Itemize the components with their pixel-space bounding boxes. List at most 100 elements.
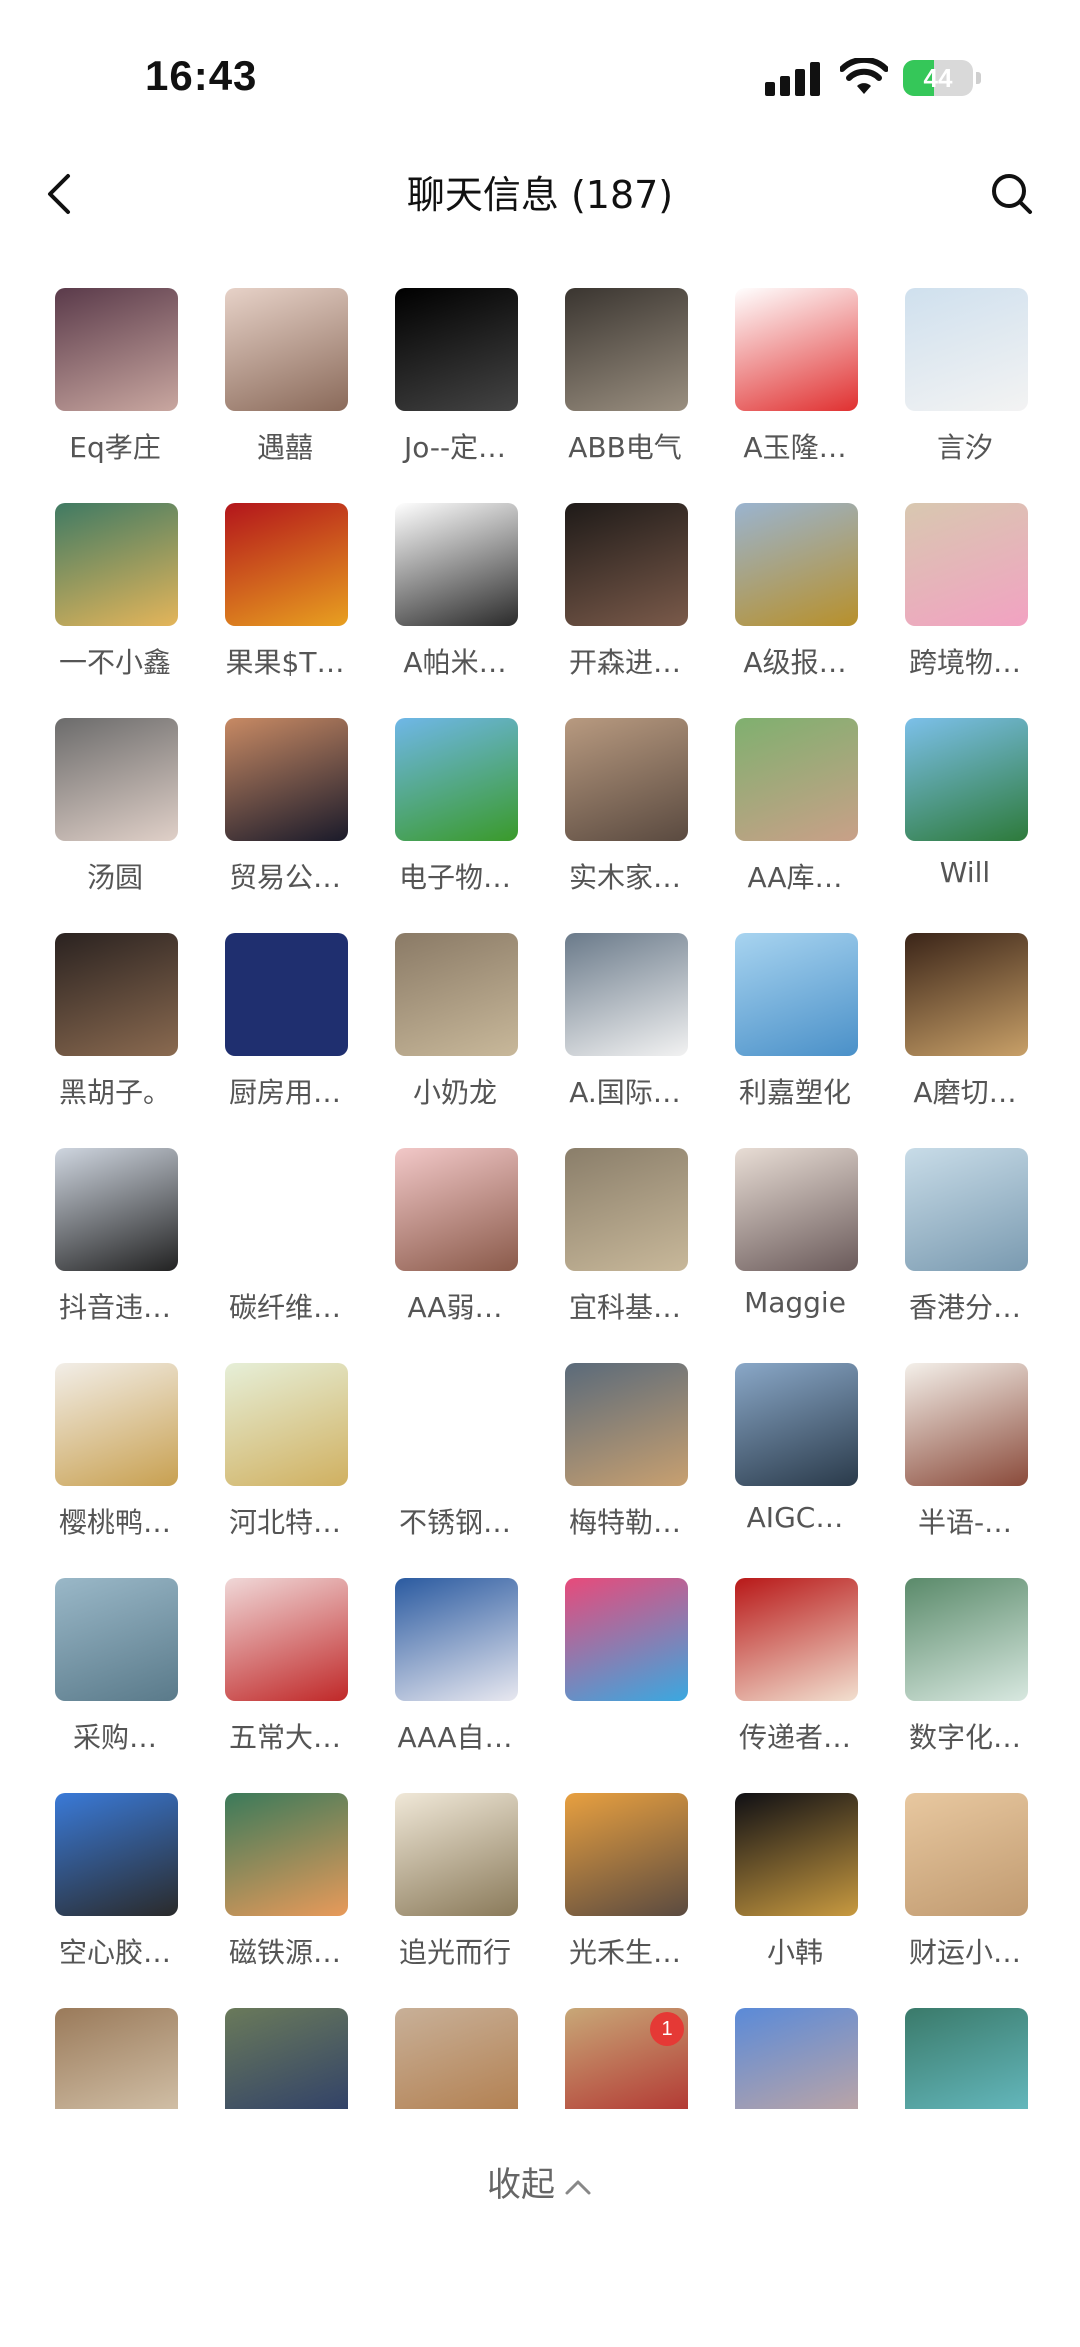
member-item[interactable]: 果果$T… [200, 491, 370, 706]
chevron-up-icon [565, 2180, 591, 2194]
member-avatar [55, 1578, 178, 1701]
member-item[interactable]: 不锈钢… [370, 1351, 540, 1566]
member-item[interactable] [710, 1996, 880, 2109]
member-avatar [55, 288, 178, 411]
member-avatar [735, 933, 858, 1056]
member-item[interactable]: AA库… [710, 706, 880, 921]
member-item[interactable]: Jo--定… [370, 276, 540, 491]
member-item[interactable]: 言汐 [880, 276, 1050, 491]
member-item[interactable] [30, 1996, 200, 2109]
member-item[interactable] [200, 1996, 370, 2109]
member-item[interactable]: 开森进… [540, 491, 710, 706]
search-button[interactable] [980, 162, 1044, 226]
member-item[interactable]: A玉隆… [710, 276, 880, 491]
member-item[interactable]: 电子物… [370, 706, 540, 921]
nav-bar: 聊天信息 (187) [0, 150, 1080, 240]
chevron-left-icon [48, 174, 70, 214]
member-item[interactable]: 1 [540, 1996, 710, 2109]
member-avatar [735, 288, 858, 411]
member-item[interactable]: 利嘉塑化 [710, 921, 880, 1136]
member-name: 厨房用… [228, 1076, 341, 1109]
member-name: 空心胶… [58, 1936, 171, 1969]
back-button[interactable] [30, 162, 94, 226]
unread-badge: 1 [650, 2012, 684, 2046]
member-item[interactable]: 一不小鑫 [30, 491, 200, 706]
member-name: AA库… [747, 861, 843, 894]
member-item[interactable]: 实木家… [540, 706, 710, 921]
page-title: 聊天信息 (187) [406, 173, 674, 217]
member-avatar [565, 1793, 688, 1916]
member-item[interactable]: 厨房用… [200, 921, 370, 1136]
member-item[interactable]: 追光而行 [370, 1781, 540, 1996]
member-item[interactable]: 宜科基… [540, 1136, 710, 1351]
member-item[interactable]: 采购… [30, 1566, 200, 1781]
member-name: A帕米… [403, 646, 507, 679]
member-grid: Eq孝庄 遇囍 Jo--定… ABB电气 A玉隆… 言汐一不小鑫 果果$T… A帕米… 开森进…… [30, 276, 1050, 2109]
member-name: 财运小… [908, 1936, 1021, 1969]
member-item[interactable]: 磁铁源… [200, 1781, 370, 1996]
member-item[interactable]: 黑胡子。 [30, 921, 200, 1136]
member-item[interactable]: 河北特… [200, 1351, 370, 1566]
member-avatar [735, 503, 858, 626]
member-item[interactable]: 财运小… [880, 1781, 1050, 1996]
member-item[interactable]: 传递者… [710, 1566, 880, 1781]
member-item[interactable]: 光禾生… [540, 1781, 710, 1996]
member-name: 光禾生… [568, 1936, 681, 1969]
member-item[interactable]: Will [880, 706, 1050, 921]
member-item[interactable]: A.国际… [540, 921, 710, 1136]
member-avatar [395, 718, 518, 841]
member-avatar [905, 933, 1028, 1056]
member-item[interactable]: 半语-… [880, 1351, 1050, 1566]
member-avatar [905, 2008, 1028, 2109]
member-name: 采购… [72, 1721, 157, 1754]
battery-cap [976, 72, 981, 84]
member-name: 河北特… [228, 1506, 341, 1539]
member-name: 小韩 [766, 1936, 823, 1969]
member-item[interactable]: 梅特勒… [540, 1351, 710, 1566]
member-item[interactable]: ABB电气 [540, 276, 710, 491]
member-avatar [905, 288, 1028, 411]
member-name: 五常大… [228, 1721, 341, 1754]
member-item[interactable]: 五常大… [200, 1566, 370, 1781]
member-avatar [735, 2008, 858, 2109]
member-item[interactable]: AA弱… [370, 1136, 540, 1351]
member-avatar [395, 1793, 518, 1916]
member-avatar [905, 1793, 1028, 1916]
member-item[interactable]: 小奶龙 [370, 921, 540, 1136]
member-avatar [905, 1148, 1028, 1271]
member-avatar [395, 933, 518, 1056]
collapse-button[interactable]: 收起 [440, 2155, 640, 2215]
member-item[interactable]: 贸易公… [200, 706, 370, 921]
member-item[interactable]: 汤圆 [30, 706, 200, 921]
member-avatar [225, 1363, 348, 1486]
member-name: 小奶龙 [412, 1076, 497, 1109]
member-item[interactable]: Eq孝庄 [30, 276, 200, 491]
member-name: A.国际… [569, 1076, 681, 1109]
member-item[interactable]: 空心胶… [30, 1781, 200, 1996]
member-item[interactable]: 樱桃鸭… [30, 1351, 200, 1566]
member-item[interactable]: 抖音违… [30, 1136, 200, 1351]
member-item[interactable] [540, 1566, 710, 1781]
member-item[interactable]: AIGC… [710, 1351, 880, 1566]
member-name: A磨切… [913, 1076, 1017, 1109]
member-item[interactable]: AAA自… [370, 1566, 540, 1781]
member-name: 梅特勒… [568, 1506, 681, 1539]
member-item[interactable]: Maggie [710, 1136, 880, 1351]
member-name: 不锈钢… [398, 1506, 511, 1539]
member-item[interactable]: 遇囍 [200, 276, 370, 491]
member-item[interactable]: A级报… [710, 491, 880, 706]
member-avatar [565, 933, 688, 1056]
member-item[interactable] [880, 1996, 1050, 2109]
member-item[interactable]: 小韩 [710, 1781, 880, 1996]
member-avatar [735, 1793, 858, 1916]
member-item[interactable]: 碳纤维… [200, 1136, 370, 1351]
member-item[interactable]: A磨切… [880, 921, 1050, 1136]
member-name: 抖音违… [58, 1291, 171, 1324]
member-item[interactable]: 跨境物… [880, 491, 1050, 706]
member-item[interactable]: 数字化… [880, 1566, 1050, 1781]
member-avatar [565, 1363, 688, 1486]
member-item[interactable]: A帕米… [370, 491, 540, 706]
member-avatar [55, 503, 178, 626]
member-item[interactable]: 香港分… [880, 1136, 1050, 1351]
member-item[interactable] [370, 1996, 540, 2109]
